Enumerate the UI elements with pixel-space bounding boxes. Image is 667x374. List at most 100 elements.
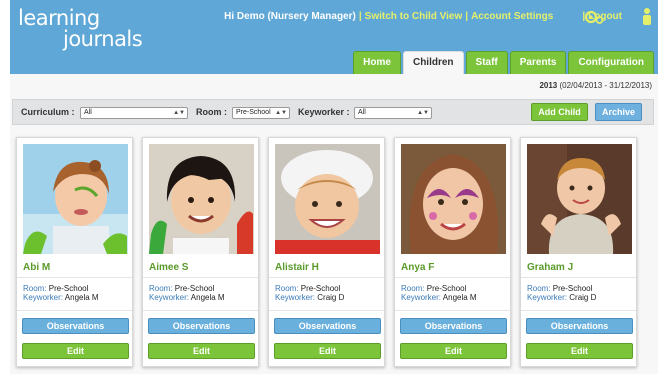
room-field-label: Room: xyxy=(23,284,47,293)
keyworker-value: Craig D xyxy=(569,293,597,302)
room-field-label: Room: xyxy=(401,284,425,293)
keyworker-value: Angela M xyxy=(190,293,225,302)
child-name[interactable]: Alistair H xyxy=(275,262,319,273)
divider xyxy=(521,310,636,311)
room-value: Pre-School xyxy=(300,284,341,293)
observations-button[interactable]: Observations xyxy=(526,318,633,334)
period-year: 2013 xyxy=(539,81,558,90)
edit-button[interactable]: Edit xyxy=(148,343,255,359)
period-display: 2013 (02/04/2013 - 31/12/2013) xyxy=(539,81,652,90)
user-icon[interactable] xyxy=(641,7,653,25)
room-value: Pre-School xyxy=(552,284,593,293)
child-room: Room: Pre-School xyxy=(275,284,340,293)
divider xyxy=(269,277,384,278)
child-keyworker: Keyworker: Angela M xyxy=(23,293,99,302)
child-card: Graham J Room: Pre-School Keyworker: Cra… xyxy=(520,137,637,367)
child-room: Room: Pre-School xyxy=(527,284,592,293)
keyworker-select-value: All xyxy=(358,109,366,116)
keyworker-field-label: Keyworker: xyxy=(23,293,64,302)
divider xyxy=(521,277,636,278)
divider xyxy=(395,277,510,278)
child-room: Room: Pre-School xyxy=(23,284,88,293)
keyworker-field-label: Keyworker: xyxy=(527,293,568,302)
tab-home[interactable]: Home xyxy=(353,51,401,74)
edit-button[interactable]: Edit xyxy=(400,343,507,359)
child-photo[interactable] xyxy=(275,144,380,254)
keyworker-label: Keyworker : xyxy=(298,107,350,117)
observations-button[interactable]: Observations xyxy=(148,318,255,334)
period-range: (02/04/2013 - 31/12/2013) xyxy=(559,81,652,90)
room-select-value: Pre-School xyxy=(236,109,271,116)
child-card: Anya F Room: Pre-School Keyworker: Angel… xyxy=(394,137,511,367)
child-keyworker: Keyworker: Craig D xyxy=(527,293,596,302)
tab-staff[interactable]: Staff xyxy=(465,51,508,74)
separator: | xyxy=(358,11,362,22)
curriculum-select[interactable]: All ▲▼ xyxy=(80,107,188,119)
chevron-down-icon: ▲▼ xyxy=(275,110,287,116)
divider xyxy=(17,277,132,278)
child-card: Abi M Room: Pre-School Keyworker: Angela… xyxy=(16,137,133,367)
child-name[interactable]: Abi M xyxy=(23,262,50,273)
observations-button[interactable]: Observations xyxy=(274,318,381,334)
child-name[interactable]: Anya F xyxy=(401,262,434,273)
room-select[interactable]: Pre-School ▲▼ xyxy=(232,107,290,119)
divider xyxy=(143,310,258,311)
room-value: Pre-School xyxy=(426,284,467,293)
archive-button[interactable]: Archive xyxy=(595,103,642,121)
child-photo[interactable] xyxy=(401,144,506,254)
divider xyxy=(395,310,510,311)
child-keyworker: Keyworker: Angela M xyxy=(149,293,225,302)
divider xyxy=(269,310,384,311)
curriculum-label: Curriculum : xyxy=(21,107,75,117)
child-card: Aimee S Room: Pre-School Keyworker: Ange… xyxy=(142,137,259,367)
room-field-label: Room: xyxy=(275,284,299,293)
child-name[interactable]: Graham J xyxy=(527,262,573,273)
edit-button[interactable]: Edit xyxy=(22,343,129,359)
observations-button[interactable]: Observations xyxy=(400,318,507,334)
keyworker-value: Angela M xyxy=(442,293,477,302)
child-keyworker: Keyworker: Craig D xyxy=(275,293,344,302)
room-label: Room : xyxy=(196,107,227,117)
room-value: Pre-School xyxy=(174,284,215,293)
user-greeting: Hi Demo (Nursery Manager) xyxy=(224,11,356,22)
chevron-down-icon: ▲▼ xyxy=(417,110,429,116)
child-name[interactable]: Aimee S xyxy=(149,262,188,273)
keyworker-select[interactable]: All ▲▼ xyxy=(354,107,432,119)
account-settings-link[interactable]: Account Settings xyxy=(471,11,553,22)
header: learning journals Hi Demo (Nursery Manag… xyxy=(10,0,658,74)
keyworker-value: Craig D xyxy=(317,293,345,302)
chevron-down-icon: ▲▼ xyxy=(173,110,185,116)
room-field-label: Room: xyxy=(527,284,551,293)
logo[interactable]: learning journals xyxy=(18,8,143,51)
child-photo[interactable] xyxy=(149,144,254,254)
gear-icon[interactable] xyxy=(584,9,604,25)
child-card: Alistair H Room: Pre-School Keyworker: C… xyxy=(268,137,385,367)
observations-button[interactable]: Observations xyxy=(22,318,129,334)
room-value: Pre-School xyxy=(48,284,89,293)
divider xyxy=(17,310,132,311)
edit-button[interactable]: Edit xyxy=(274,343,381,359)
keyworker-field-label: Keyworker: xyxy=(275,293,316,302)
child-keyworker: Keyworker: Angela M xyxy=(401,293,477,302)
filter-bar: Curriculum : All ▲▼ Room : Pre-School ▲▼… xyxy=(12,99,654,125)
keyworker-value: Angela M xyxy=(64,293,99,302)
app-frame: learning journals Hi Demo (Nursery Manag… xyxy=(10,0,658,374)
keyworker-field-label: Keyworker: xyxy=(149,293,190,302)
child-photo[interactable] xyxy=(23,144,128,254)
child-room: Room: Pre-School xyxy=(401,284,466,293)
curriculum-select-value: All xyxy=(84,109,92,116)
tab-configuration[interactable]: Configuration xyxy=(568,51,654,74)
tab-children[interactable]: Children xyxy=(402,51,464,74)
edit-button[interactable]: Edit xyxy=(526,343,633,359)
main-tabs: Home Children Staff Parents Configuratio… xyxy=(353,51,654,74)
add-child-button[interactable]: Add Child xyxy=(531,103,588,121)
top-bar: Hi Demo (Nursery Manager) | Switch to Chil… xyxy=(224,11,622,22)
tab-parents[interactable]: Parents xyxy=(509,51,567,74)
child-room: Room: Pre-School xyxy=(149,284,214,293)
separator: | xyxy=(465,11,469,22)
child-photo[interactable] xyxy=(527,144,632,254)
keyworker-field-label: Keyworker: xyxy=(401,293,442,302)
logo-line-2: journals xyxy=(63,27,143,51)
divider xyxy=(143,277,258,278)
switch-to-child-view-link[interactable]: Switch to Child View xyxy=(365,11,463,22)
